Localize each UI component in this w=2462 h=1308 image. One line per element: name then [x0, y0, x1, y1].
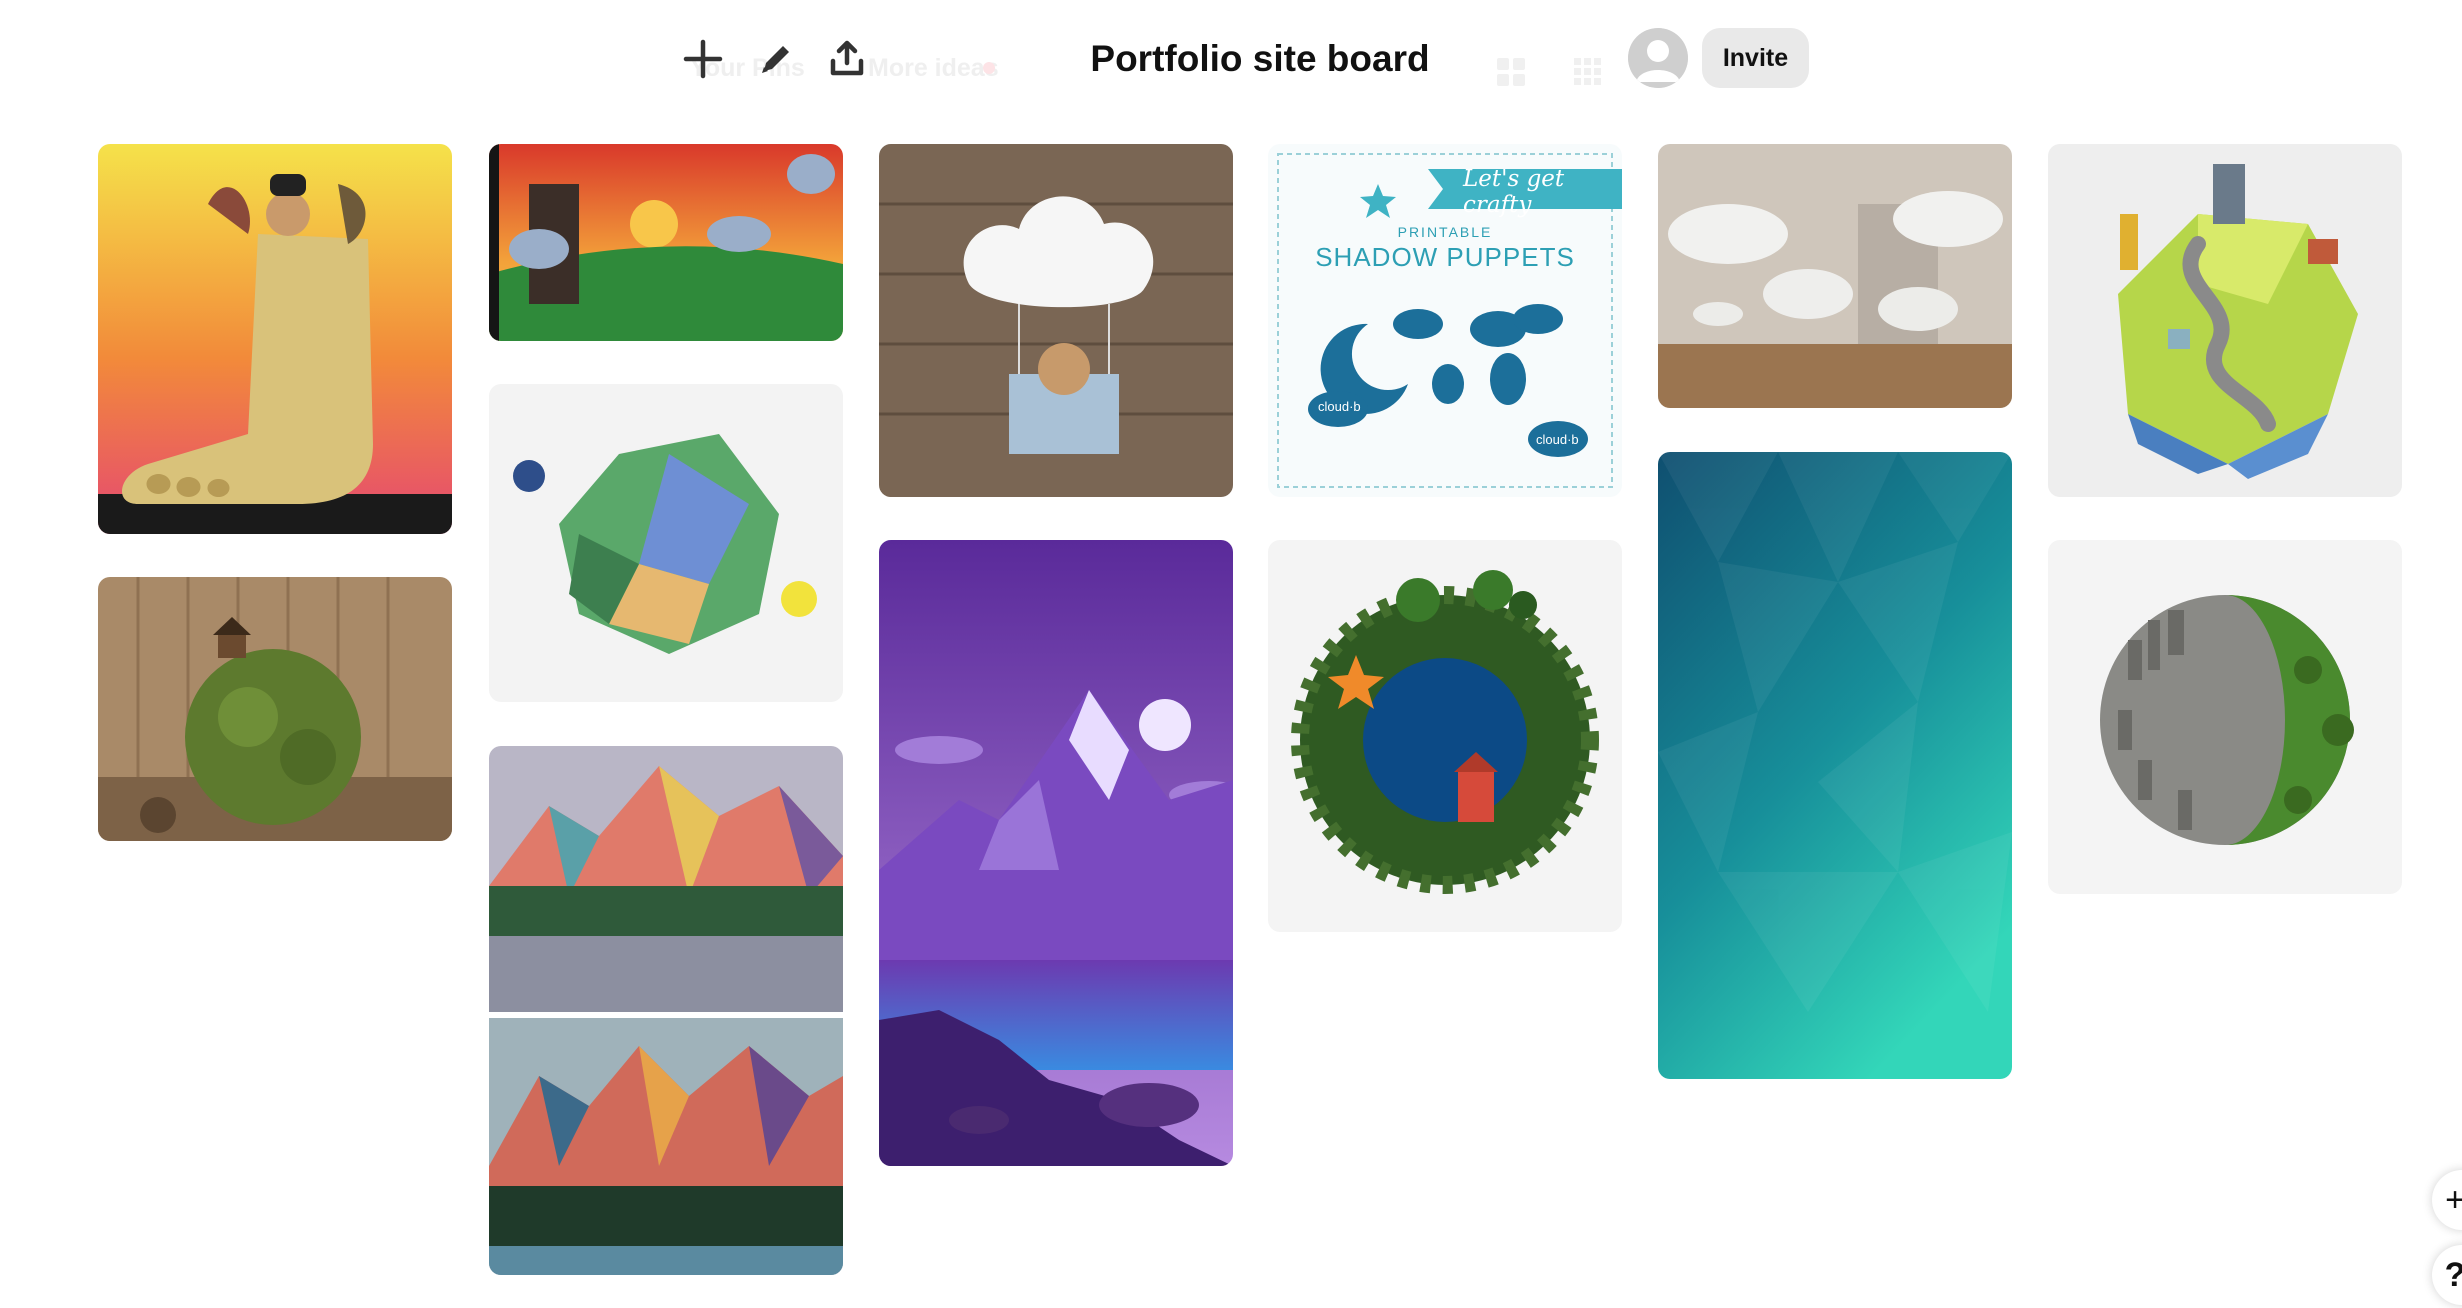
pin-teal-gradient[interactable] — [1658, 452, 2012, 1079]
pin-cloud-room[interactable] — [1658, 144, 2012, 408]
help-icon: ? — [2445, 1256, 2462, 1295]
add-icon: + — [2445, 1180, 2462, 1219]
printable-label: PRINTABLE — [1397, 224, 1493, 240]
pin-moss-ball-house[interactable] — [98, 577, 452, 841]
grid-compact-icon[interactable] — [1574, 58, 1602, 86]
page-title: Portfolio site board — [1090, 38, 1430, 79]
pin-low-poly-planet[interactable] — [489, 384, 843, 702]
pin-purple-mountain-landscape[interactable] — [879, 540, 1233, 1166]
share-icon[interactable] — [822, 34, 872, 84]
pin-tiny-planet-city[interactable] — [2048, 540, 2402, 894]
help-floating-button[interactable]: ? — [2432, 1245, 2462, 1305]
crafty-banner-text: Let's get crafty — [1463, 166, 1565, 218]
pin-shadow-puppets[interactable]: Let's get crafty PRINTABLE SHADOW PUPPET… — [1268, 144, 1622, 497]
pin-foot-illustration[interactable] — [98, 144, 452, 534]
cloud-b-brand-left: cloud·b — [1318, 399, 1361, 414]
pin-surreal-sunset-clouds[interactable] — [489, 144, 843, 341]
more-ideas-tab-faded: More ideas — [868, 54, 999, 82]
add-icon[interactable] — [678, 34, 728, 84]
grid-default-icon[interactable] — [1497, 58, 1525, 86]
invite-button[interactable]: Invite — [1702, 28, 1809, 88]
pin-tiny-planet-town[interactable] — [2048, 144, 2402, 497]
avatar[interactable] — [1628, 28, 1688, 88]
cloud-b-brand-right: cloud·b — [1536, 432, 1579, 447]
pin-geometric-mountains[interactable] — [489, 746, 843, 1275]
notification-dot — [983, 62, 995, 74]
add-floating-button[interactable]: + — [2432, 1170, 2462, 1230]
pin-moss-wreath[interactable] — [1268, 540, 1622, 932]
pin-cloud-hot-air-balloon[interactable] — [879, 144, 1233, 497]
edit-icon[interactable] — [751, 34, 801, 84]
shadow-puppets-heading: SHADOW PUPPETS — [1315, 242, 1575, 272]
